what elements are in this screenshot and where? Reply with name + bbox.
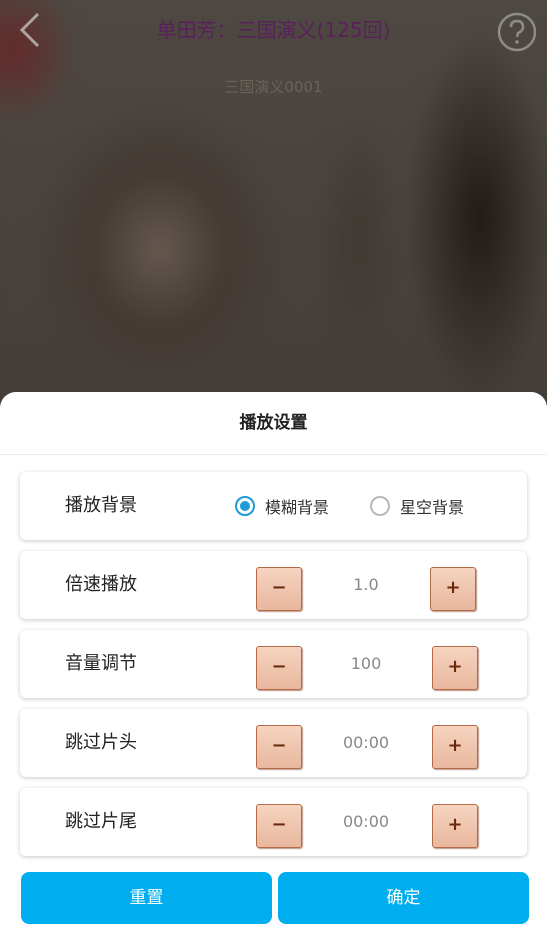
skip-intro-increase-button[interactable]: + — [432, 725, 478, 769]
volume-increase-button[interactable]: + — [432, 646, 478, 690]
speed-increase-button[interactable]: + — [430, 567, 476, 611]
skip-outro-setting-row: 跳过片尾 − 00:00 + — [20, 788, 527, 856]
confirm-button[interactable]: 确定 — [278, 872, 529, 924]
radio-unselected-icon — [370, 496, 390, 516]
skip-intro-value: 00:00 — [342, 733, 390, 752]
radio-label: 星空背景 — [400, 498, 465, 517]
speed-setting-label: 倍速播放 — [65, 574, 137, 595]
skip-outro-label: 跳过片尾 — [65, 811, 137, 832]
volume-decrease-button[interactable]: − — [256, 646, 302, 690]
skip-outro-increase-button[interactable]: + — [432, 804, 478, 848]
back-button[interactable] — [14, 10, 46, 50]
help-button[interactable] — [497, 12, 537, 52]
reset-button[interactable]: 重置 — [21, 872, 272, 924]
volume-setting-row: 音量调节 − 100 + — [20, 630, 527, 698]
skip-intro-setting-row: 跳过片头 − 00:00 + — [20, 709, 527, 777]
episode-subtitle: 三国演义0001 — [224, 78, 323, 96]
radio-blur-background[interactable]: 模糊背景 — [235, 494, 329, 518]
volume-setting-label: 音量调节 — [65, 653, 137, 674]
background-setting-label: 播放背景 — [65, 495, 137, 516]
skip-outro-value: 00:00 — [342, 812, 390, 831]
sheet-title: 播放设置 — [0, 392, 547, 455]
skip-outro-decrease-button[interactable]: − — [256, 804, 302, 848]
radio-selected-icon — [235, 496, 255, 516]
speed-value: 1.0 — [353, 575, 379, 594]
skip-intro-decrease-button[interactable]: − — [256, 725, 302, 769]
radio-starry-background[interactable]: 星空背景 — [370, 494, 464, 518]
chevron-left-icon — [19, 12, 40, 48]
background-setting-row: 播放背景 模糊背景 星空背景 — [20, 472, 527, 540]
top-bar: 单田芳：三国演义(125回) — [0, 0, 547, 60]
player-screen: 单田芳：三国演义(125回) 三国演义0001 播放设置 播放背景 模糊背景 星… — [0, 0, 547, 936]
volume-value: 100 — [350, 654, 382, 673]
page-title: 单田芳：三国演义(125回) — [156, 18, 391, 42]
skip-intro-label: 跳过片头 — [65, 732, 137, 753]
question-circle-icon — [497, 12, 537, 52]
speed-decrease-button[interactable]: − — [256, 567, 302, 611]
radio-label: 模糊背景 — [265, 498, 330, 517]
speed-setting-row: 倍速播放 − 1.0 + — [20, 551, 527, 619]
